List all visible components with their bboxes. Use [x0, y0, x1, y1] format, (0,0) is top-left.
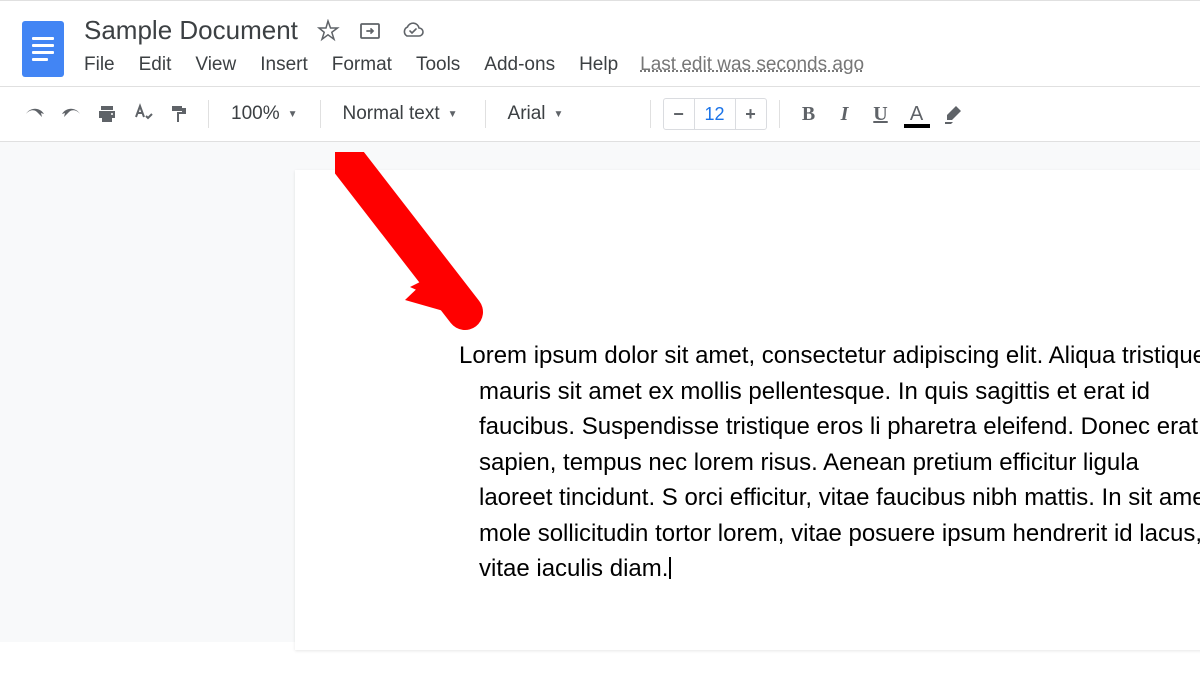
cloud-status-icon[interactable]	[400, 20, 426, 42]
undo-icon[interactable]	[18, 98, 52, 130]
paint-format-icon[interactable]	[162, 98, 196, 130]
font-size-stepper: − 12 +	[663, 98, 767, 130]
chevron-down-icon: ▼	[288, 109, 298, 120]
document-title[interactable]: Sample Document	[84, 15, 298, 46]
text-cursor	[669, 557, 671, 579]
app-header: Sample Document File Edit View Insert Fo…	[0, 1, 1200, 80]
spellcheck-icon[interactable]	[126, 98, 160, 130]
menu-file[interactable]: File	[84, 50, 127, 80]
annotation-arrow-icon	[335, 152, 495, 332]
menu-insert[interactable]: Insert	[248, 50, 320, 80]
style-value: Normal text	[343, 103, 440, 125]
move-icon[interactable]	[358, 19, 382, 43]
zoom-dropdown[interactable]: 100% ▼	[221, 103, 308, 125]
menu-format[interactable]: Format	[320, 50, 404, 80]
font-size-value[interactable]: 12	[694, 99, 736, 129]
toolbar: 100% ▼ Normal text ▼ Arial ▼ − 12 + B I …	[0, 86, 1200, 142]
redo-icon[interactable]	[54, 98, 88, 130]
toolbar-separator	[485, 100, 486, 128]
menu-edit[interactable]: Edit	[127, 50, 184, 80]
italic-button[interactable]: I	[828, 98, 862, 130]
title-row: Sample Document	[84, 15, 1200, 46]
chevron-down-icon: ▼	[554, 109, 564, 120]
docs-logo-icon[interactable]	[22, 21, 64, 77]
toolbar-separator	[779, 100, 780, 128]
bold-button[interactable]: B	[792, 98, 826, 130]
underline-button[interactable]: U	[864, 98, 898, 130]
chevron-down-icon: ▼	[448, 109, 458, 120]
font-dropdown[interactable]: Arial ▼	[498, 103, 638, 125]
menu-tools[interactable]: Tools	[404, 50, 472, 80]
document-body-text[interactable]: Lorem ipsum dolor sit amet, consectetur …	[459, 338, 1200, 587]
text-color-swatch	[904, 124, 930, 128]
styles-dropdown[interactable]: Normal text ▼	[333, 103, 473, 125]
toolbar-separator	[208, 100, 209, 128]
print-icon[interactable]	[90, 98, 124, 130]
menu-addons[interactable]: Add-ons	[472, 50, 567, 80]
menu-view[interactable]: View	[183, 50, 248, 80]
font-value: Arial	[508, 103, 546, 125]
menu-bar: File Edit View Insert Format Tools Add-o…	[84, 50, 1200, 80]
font-size-decrease-button[interactable]: −	[664, 99, 694, 129]
workspace: Lorem ipsum dolor sit amet, consectetur …	[0, 142, 1200, 642]
last-edit-link[interactable]: Last edit was seconds ago	[640, 54, 864, 76]
star-icon[interactable]	[316, 19, 340, 43]
font-size-increase-button[interactable]: +	[736, 99, 766, 129]
zoom-value: 100%	[231, 103, 280, 125]
highlight-icon[interactable]	[936, 98, 970, 130]
menu-help[interactable]: Help	[567, 50, 630, 80]
toolbar-separator	[650, 100, 651, 128]
toolbar-separator	[320, 100, 321, 128]
text-color-button[interactable]: A	[900, 98, 934, 130]
